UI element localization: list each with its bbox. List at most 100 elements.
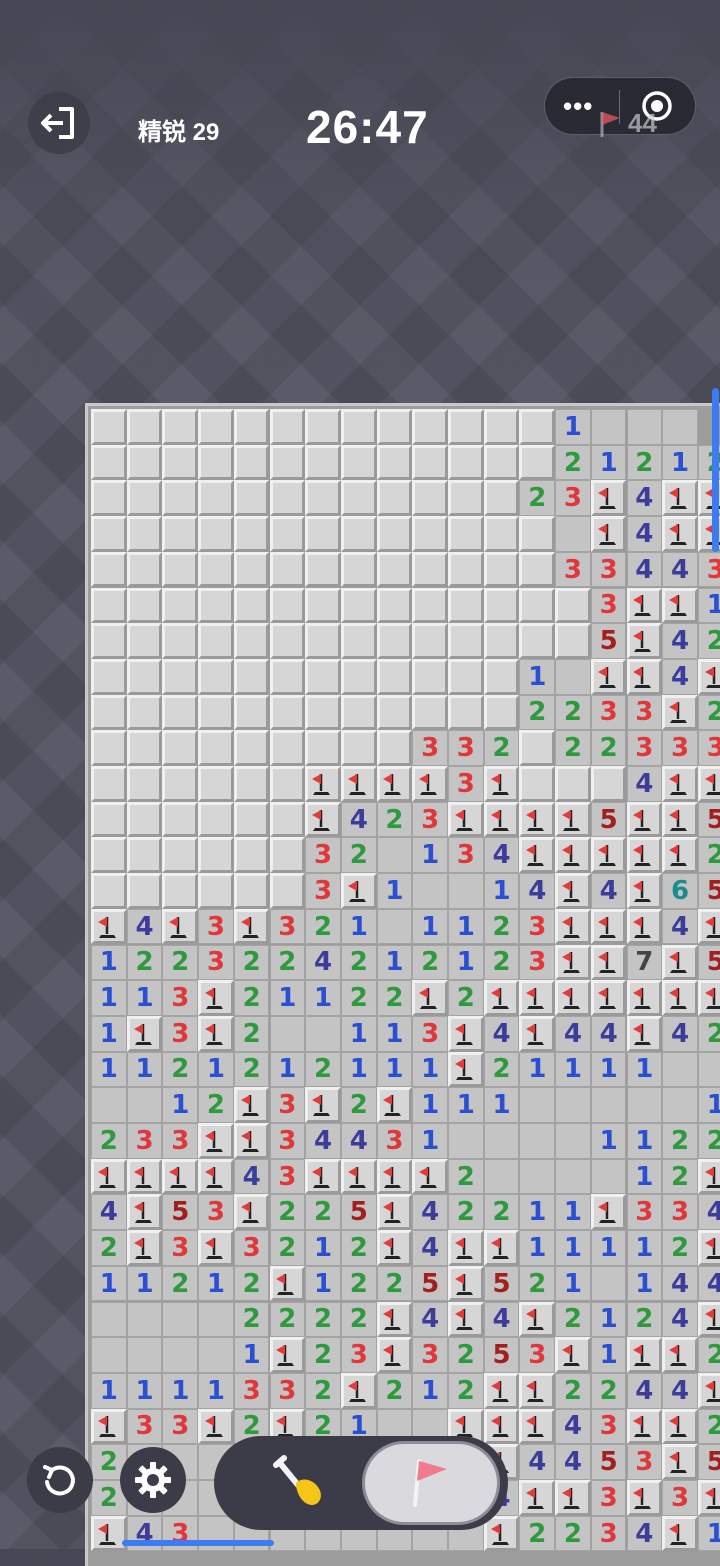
number-cell[interactable]: 2: [555, 1301, 591, 1338]
hidden-cell[interactable]: [590, 766, 627, 802]
hidden-cell[interactable]: [448, 480, 484, 517]
number-cell[interactable]: 3: [448, 730, 484, 766]
flagged-cell[interactable]: [626, 980, 663, 1016]
number-cell[interactable]: 7: [626, 944, 663, 981]
flagged-cell[interactable]: [590, 837, 627, 874]
hidden-cell[interactable]: [233, 658, 270, 695]
hidden-cell[interactable]: [91, 516, 127, 552]
number-cell[interactable]: 1: [269, 1051, 306, 1088]
number-cell[interactable]: 2: [376, 980, 413, 1016]
flagged-cell[interactable]: [519, 1301, 556, 1338]
number-cell[interactable]: 3: [448, 837, 484, 874]
number-cell[interactable]: 4: [626, 1515, 663, 1552]
hidden-cell[interactable]: [340, 623, 377, 659]
hidden-cell[interactable]: [376, 516, 413, 552]
hidden-cell[interactable]: [126, 551, 163, 588]
number-cell[interactable]: 1: [340, 1051, 377, 1088]
number-cell[interactable]: 3: [626, 1194, 663, 1231]
hidden-cell[interactable]: [91, 587, 127, 624]
hidden-cell[interactable]: [198, 766, 234, 802]
flagged-cell[interactable]: [483, 1515, 520, 1552]
number-cell[interactable]: 2: [233, 980, 270, 1016]
hidden-cell[interactable]: [233, 551, 270, 588]
number-cell[interactable]: 4: [662, 623, 698, 659]
flagged-cell[interactable]: [519, 1408, 556, 1445]
number-cell[interactable]: 1: [590, 1123, 627, 1159]
hidden-cell[interactable]: [269, 480, 306, 517]
number-cell[interactable]: 1: [412, 1087, 448, 1123]
revealed-empty-cell[interactable]: [91, 1301, 127, 1338]
number-cell[interactable]: 1: [162, 1087, 199, 1123]
number-cell[interactable]: 3: [305, 837, 341, 874]
hidden-cell[interactable]: [519, 766, 556, 802]
hidden-cell[interactable]: [519, 587, 556, 624]
flagged-cell[interactable]: [448, 1301, 484, 1338]
number-cell[interactable]: 1: [448, 908, 484, 945]
number-cell[interactable]: 3: [233, 1230, 270, 1266]
revealed-empty-cell[interactable]: [590, 1265, 627, 1302]
number-cell[interactable]: 2: [233, 1301, 270, 1338]
dig-tool-button[interactable]: [250, 1450, 350, 1516]
number-cell[interactable]: 1: [555, 1194, 591, 1231]
number-cell[interactable]: 4: [483, 1015, 520, 1052]
hidden-cell[interactable]: [91, 658, 127, 695]
hidden-cell[interactable]: [162, 551, 199, 588]
hidden-cell[interactable]: [412, 587, 448, 624]
revealed-empty-cell[interactable]: [555, 1123, 591, 1159]
revealed-empty-cell[interactable]: [590, 1087, 627, 1123]
hidden-cell[interactable]: [340, 409, 377, 445]
number-cell[interactable]: 1: [626, 1230, 663, 1266]
hidden-cell[interactable]: [126, 516, 163, 552]
number-cell[interactable]: 1: [376, 1015, 413, 1052]
flagged-cell[interactable]: [376, 1301, 413, 1338]
hidden-cell[interactable]: [198, 658, 234, 695]
revealed-empty-cell[interactable]: [198, 1515, 234, 1552]
number-cell[interactable]: 1: [126, 1051, 163, 1088]
number-cell[interactable]: 4: [662, 658, 698, 695]
flagged-cell[interactable]: [626, 1015, 663, 1052]
number-cell[interactable]: 3: [269, 1158, 306, 1195]
flagged-cell[interactable]: [198, 1408, 234, 1445]
revealed-empty-cell[interactable]: [555, 1087, 591, 1123]
hidden-cell[interactable]: [376, 658, 413, 695]
flagged-cell[interactable]: [91, 1158, 127, 1195]
flagged-cell[interactable]: [555, 873, 591, 909]
number-cell[interactable]: 1: [555, 1230, 591, 1266]
flagged-cell[interactable]: [519, 980, 556, 1016]
number-cell[interactable]: 2: [233, 1265, 270, 1302]
revealed-empty-cell[interactable]: [519, 1158, 556, 1195]
number-cell[interactable]: 1: [519, 658, 556, 695]
flagged-cell[interactable]: [340, 1158, 377, 1195]
hidden-cell[interactable]: [555, 623, 591, 659]
number-cell[interactable]: 5: [697, 944, 720, 981]
revealed-empty-cell[interactable]: [91, 1337, 127, 1373]
number-cell[interactable]: 2: [126, 944, 163, 981]
number-cell[interactable]: 4: [662, 1265, 698, 1302]
number-cell[interactable]: 2: [697, 1123, 720, 1159]
revealed-empty-cell[interactable]: [555, 516, 591, 552]
number-cell[interactable]: 4: [590, 1015, 627, 1052]
flagged-cell[interactable]: [126, 1158, 163, 1195]
flagged-cell[interactable]: [555, 908, 591, 945]
number-cell[interactable]: 3: [198, 1194, 234, 1231]
hidden-cell[interactable]: [126, 766, 163, 802]
number-cell[interactable]: 3: [590, 551, 627, 588]
hidden-cell[interactable]: [126, 444, 163, 481]
number-cell[interactable]: 1: [91, 944, 127, 981]
hidden-cell[interactable]: [91, 480, 127, 517]
flagged-cell[interactable]: [376, 1230, 413, 1266]
number-cell[interactable]: 3: [412, 801, 448, 838]
number-cell[interactable]: 4: [662, 1301, 698, 1338]
number-cell[interactable]: 5: [697, 873, 720, 909]
flagged-cell[interactable]: [448, 1230, 484, 1266]
flagged-cell[interactable]: [519, 1015, 556, 1052]
number-cell[interactable]: 3: [162, 1015, 199, 1052]
revealed-empty-cell[interactable]: [555, 658, 591, 695]
hidden-cell[interactable]: [483, 516, 520, 552]
revealed-empty-cell[interactable]: [305, 1015, 341, 1052]
flagged-cell[interactable]: [483, 1230, 520, 1266]
hidden-cell[interactable]: [91, 623, 127, 659]
number-cell[interactable]: 2: [305, 1301, 341, 1338]
number-cell[interactable]: 1: [412, 908, 448, 945]
flagged-cell[interactable]: [662, 837, 698, 874]
